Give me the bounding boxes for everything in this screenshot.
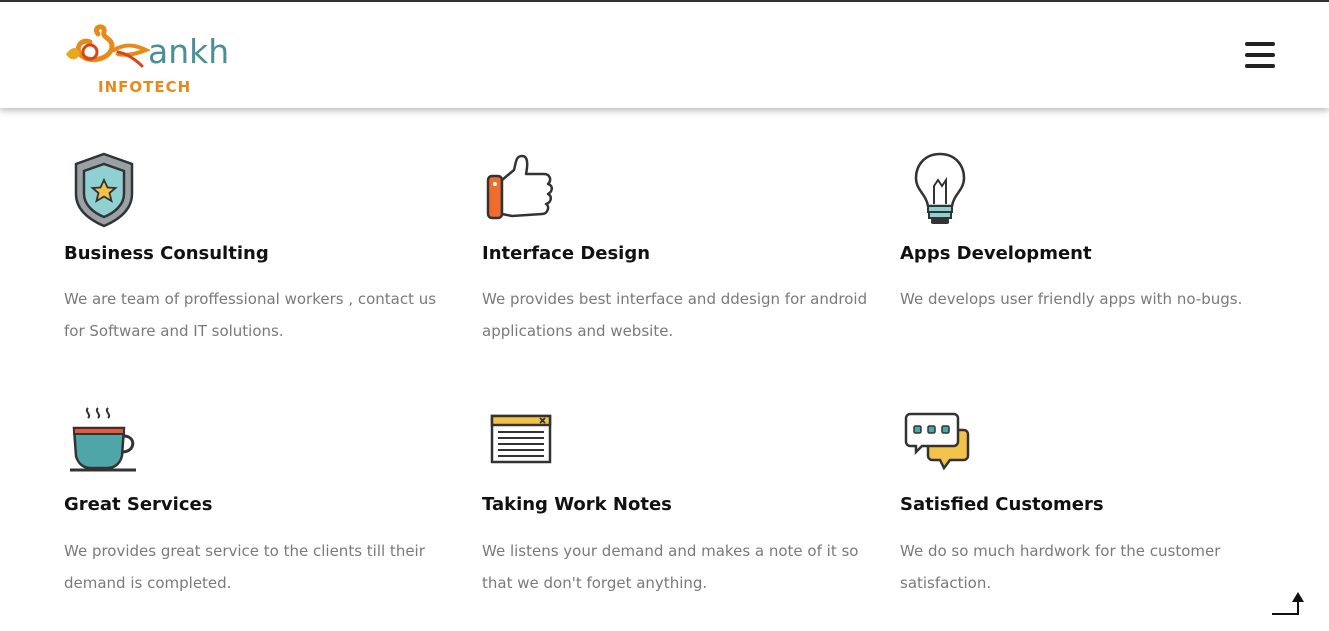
service-description: We provides best interface and ddesign f… [482, 290, 868, 340]
service-description: We are team of proffessional workers , c… [64, 290, 437, 340]
chat-bubbles-icon [904, 412, 970, 471]
service-title: Great Services [64, 494, 213, 515]
thumbs-up-icon [486, 154, 553, 220]
shield-star-icon [74, 152, 134, 228]
service-description: We develops user friendly apps with no-b… [900, 290, 1243, 308]
service-description: We do so much hardwork for the customer … [900, 542, 1221, 592]
service-title: Taking Work Notes [482, 494, 672, 515]
logo[interactable]: ankh INFOTECH [62, 24, 237, 99]
service-title: Satisfied Customers [900, 494, 1104, 515]
scroll-to-top-icon[interactable] [1272, 590, 1308, 616]
notes-window-icon [490, 414, 552, 464]
service-description: We listens your demand and makes a note … [482, 542, 859, 592]
conch-logo-icon [66, 24, 151, 68]
service-title: Interface Design [482, 243, 651, 264]
site-header: ankh INFOTECH [0, 2, 1329, 108]
logo-subtext: INFOTECH [98, 78, 192, 96]
coffee-cup-icon [70, 407, 136, 472]
service-title: Business Consulting [64, 243, 269, 264]
hamburger-menu-icon[interactable] [1245, 42, 1275, 70]
service-title: Apps Development [900, 243, 1092, 264]
service-description: We provides great service to the clients… [64, 542, 425, 592]
lightbulb-icon [914, 152, 966, 224]
logo-wordmark: ankh [148, 32, 230, 71]
